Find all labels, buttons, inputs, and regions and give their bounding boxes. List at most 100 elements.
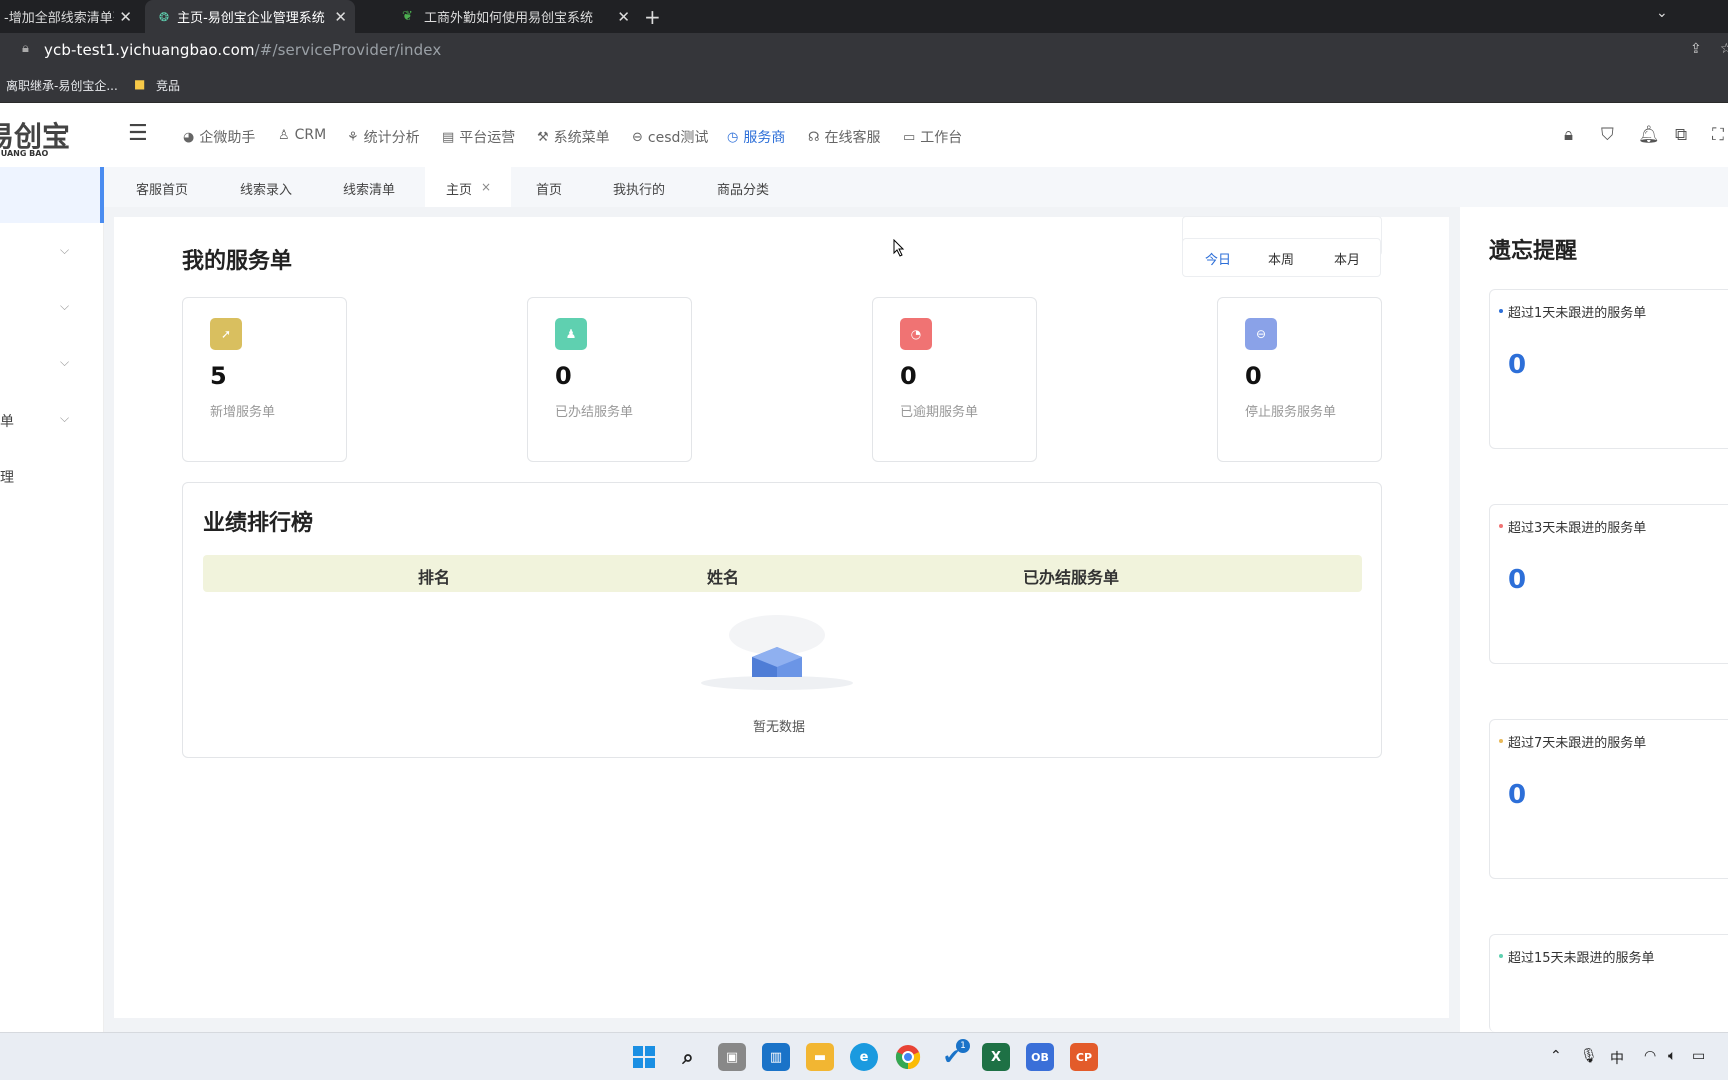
- empty-box-icon: [701, 615, 853, 690]
- browser-tab-title: -增加全部线索清单列表: [4, 11, 114, 26]
- stat-card-stopped[interactable]: ⊖ 0 停止服务服务单: [1217, 297, 1382, 462]
- lock-icon[interactable]: 🔒︎: [22, 41, 29, 56]
- stat-card-new[interactable]: ➚ 5 新增服务单: [182, 297, 347, 462]
- reminder-value: 0: [1508, 350, 1527, 380]
- stat-card-completed[interactable]: ♟ 0 已办结服务单: [527, 297, 692, 462]
- column-header-rank[interactable]: 排名: [418, 564, 450, 588]
- reminder-card-1day[interactable]: 超过1天未跟进的服务单 0: [1489, 289, 1728, 449]
- ranking-panel: 业绩排行榜 排名 姓名 已办结服务单 暂无数据: [182, 482, 1382, 758]
- stat-label: 停止服务服务单: [1245, 405, 1337, 420]
- headset-icon: ☊: [808, 129, 820, 145]
- tag-my-executed[interactable]: 我执行的: [613, 179, 665, 198]
- bullet-dot-icon: [1499, 739, 1503, 743]
- battery-icon[interactable]: ▭: [1692, 1048, 1705, 1064]
- search-icon[interactable]: ⌕: [674, 1043, 702, 1071]
- reminder-value: 0: [1508, 780, 1527, 810]
- bookmark-folder[interactable]: 竞品: [156, 77, 180, 94]
- nav-item-service-provider[interactable]: ◷ 服务商: [727, 127, 785, 147]
- excel-icon[interactable]: X: [982, 1043, 1010, 1071]
- site-favicon-icon: ❂: [159, 9, 170, 24]
- bookmarks-bar: 离职继承-易创宝企... ■ 竞品: [0, 69, 1728, 103]
- reminder-label: 超过7天未跟进的服务单: [1508, 736, 1647, 751]
- tag-product-category[interactable]: 商品分类: [717, 179, 769, 198]
- nav-item-system-menu[interactable]: ⚒ 系统菜单: [537, 127, 610, 147]
- tag-close-icon[interactable]: ×: [481, 180, 491, 194]
- clock-icon: ◷: [727, 129, 739, 145]
- person-icon: ♟: [555, 318, 587, 350]
- tag-label: 主页: [446, 183, 473, 198]
- language-icon[interactable]: ⧉: [1675, 125, 1687, 145]
- sidebar-item-label[interactable]: 理: [0, 467, 14, 487]
- browser-tab-active[interactable]: ❂ 主页-易创宝企业管理系统 ✕: [145, 0, 355, 33]
- fullscreen-icon[interactable]: ⛶: [1712, 125, 1724, 145]
- stat-card-overdue[interactable]: ◔ 0 已逾期服务单: [872, 297, 1037, 462]
- tray-chevron-up-icon[interactable]: ⌃: [1550, 1048, 1562, 1064]
- share-icon[interactable]: ⇪: [1690, 41, 1702, 57]
- nav-item-platform-ops[interactable]: ▤ 平台运营: [442, 127, 515, 147]
- chevron-down-icon[interactable]: ⌵: [60, 355, 69, 370]
- nav-item-online-support[interactable]: ☊ 在线客服: [808, 127, 881, 147]
- app-header: 易创宝 HUANG BAO ☰ ◕企微助手 ♙CRM ⚘统计分析 ▤平台运营 ⚒…: [0, 103, 1728, 167]
- period-today-button[interactable]: 今日: [1205, 249, 1231, 268]
- column-header-completed[interactable]: 已办结服务单: [1023, 564, 1119, 588]
- logo[interactable]: 易创宝 HUANG BAO: [0, 119, 70, 159]
- new-tab-button[interactable]: +: [644, 5, 661, 29]
- empty-state-text: 暂无数据: [753, 720, 806, 735]
- chrome-browser-icon[interactable]: [894, 1043, 922, 1071]
- browser-tab[interactable]: -增加全部线索清单列表 ✕: [0, 0, 140, 33]
- tag-lead-list[interactable]: 线索清单: [343, 179, 395, 198]
- url-host: ycb-test1.yichuangbao.com: [44, 41, 255, 59]
- tab-search-icon[interactable]: ⌄: [1656, 5, 1668, 21]
- chevron-down-icon[interactable]: ⌵: [60, 299, 69, 314]
- reminder-panel: 遗忘提醒 超过1天未跟进的服务单 0 超过3天未跟进的服务单 0 超过7天未跟进…: [1460, 207, 1728, 1032]
- nav-item-wechat-assistant[interactable]: ◕ 企微助手: [183, 127, 255, 147]
- leaf-favicon-icon: ❦: [402, 9, 413, 24]
- reminder-card-7day[interactable]: 超过7天未跟进的服务单 0: [1489, 719, 1728, 879]
- reminder-label: 超过15天未跟进的服务单: [1508, 951, 1655, 966]
- windows-start-icon[interactable]: [630, 1043, 658, 1071]
- ime-indicator[interactable]: 中: [1610, 1048, 1624, 1068]
- close-icon[interactable]: ✕: [334, 8, 347, 26]
- nav-item-crm[interactable]: ♙ CRM: [278, 127, 326, 143]
- nav-item-workbench[interactable]: ▭ 工作台: [903, 127, 962, 147]
- stat-value: 5: [210, 362, 227, 390]
- lock-screen-icon[interactable]: 🔒︎: [1564, 125, 1573, 145]
- period-month-button[interactable]: 本月: [1334, 249, 1360, 268]
- app-cp-icon[interactable]: CP: [1070, 1043, 1098, 1071]
- widgets-icon[interactable]: ▥: [762, 1043, 790, 1071]
- tag-lead-entry[interactable]: 线索录入: [240, 179, 292, 198]
- bell-icon[interactable]: 🔔︎: [1638, 125, 1660, 145]
- edge-browser-icon[interactable]: e: [850, 1043, 878, 1071]
- app-ob-icon[interactable]: OB: [1026, 1043, 1054, 1071]
- period-week-button[interactable]: 本周: [1268, 249, 1294, 268]
- reminder-card-15day[interactable]: 超过15天未跟进的服务单: [1489, 934, 1728, 1032]
- bullet-dot-icon: [1499, 954, 1503, 958]
- wifi-icon[interactable]: ◠: [1644, 1048, 1656, 1064]
- close-icon[interactable]: ✕: [119, 8, 132, 26]
- browser-tab-title: 工商外勤如何使用易创宝系统 · 语: [424, 11, 594, 26]
- nav-item-cesd-test[interactable]: ⊖ cesd测试: [632, 127, 708, 147]
- file-explorer-icon[interactable]: ▬: [806, 1043, 834, 1071]
- theme-shirt-icon[interactable]: ⛉: [1601, 125, 1614, 145]
- tag-customer-service-home[interactable]: 客服首页: [136, 179, 188, 198]
- microphone-icon[interactable]: 🎙︎: [1580, 1048, 1598, 1064]
- menu-toggle-icon[interactable]: ☰: [128, 121, 148, 146]
- sidebar-item-label[interactable]: 单: [0, 411, 14, 431]
- tag-index[interactable]: 首页: [536, 179, 562, 198]
- chevron-down-icon[interactable]: ⌵: [60, 243, 69, 258]
- nav-item-statistics[interactable]: ⚘ 统计分析: [347, 127, 420, 147]
- bookmark-item[interactable]: 离职继承-易创宝企...: [6, 77, 118, 94]
- reminder-card-3day[interactable]: 超过3天未跟进的服务单 0: [1489, 504, 1728, 664]
- tag-home-active[interactable]: 主页 ×: [425, 167, 511, 207]
- volume-icon[interactable]: 🔈︎: [1668, 1048, 1676, 1064]
- close-icon[interactable]: ✕: [617, 8, 630, 26]
- url-field[interactable]: ycb-test1.yichuangbao.com/#/serviceProvi…: [44, 41, 441, 59]
- star-icon[interactable]: ☆: [1720, 41, 1728, 57]
- column-header-name[interactable]: 姓名: [707, 564, 739, 588]
- browser-tab[interactable]: ❦ 工商外勤如何使用易创宝系统 · 语 ✕: [360, 0, 630, 33]
- sidebar-active-item[interactable]: [0, 167, 104, 223]
- logo-subtext: HUANG BAO: [0, 149, 49, 158]
- chevron-down-icon[interactable]: ⌵: [60, 411, 69, 426]
- task-view-icon[interactable]: ▣: [718, 1043, 746, 1071]
- reminder-value: 0: [1508, 565, 1527, 595]
